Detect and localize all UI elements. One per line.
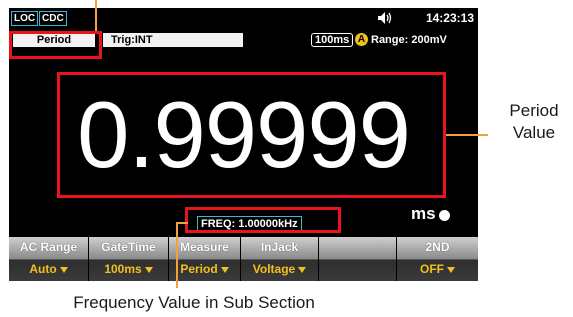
softkey-title: 2ND — [425, 240, 450, 254]
softkey-value-text: 100ms — [104, 262, 142, 276]
chevron-down-icon — [298, 266, 307, 273]
unit-label: ms — [411, 204, 436, 223]
softkey-title: AC Range — [19, 240, 78, 254]
range-label: Range: 200mV — [371, 34, 447, 46]
unit-indicator-dot — [439, 210, 450, 221]
loc-indicator: LOC — [11, 11, 39, 26]
callout-line-2: Value — [512, 123, 556, 142]
softkey-bar: AC Range Auto GateTime 100ms Measure Per… — [9, 237, 478, 281]
softkey-title: Measure — [180, 240, 229, 254]
softkey-value: Auto — [9, 262, 88, 276]
function-callout-line — [95, 0, 97, 31]
softkey-ac-range[interactable]: AC Range Auto — [9, 237, 89, 281]
period-callout-line — [446, 134, 488, 136]
softkey-value: Period — [169, 262, 240, 276]
softkey-value: Voltage — [241, 262, 318, 276]
chevron-down-icon — [59, 266, 68, 273]
softkey-title: GateTime — [101, 240, 156, 254]
sub-value-highlight-box — [185, 207, 341, 233]
softkey-measure[interactable]: Measure Period — [169, 237, 241, 281]
chevron-down-icon — [144, 266, 153, 273]
softkey-value-text: OFF — [420, 262, 444, 276]
frequency-callout-line-vertical — [176, 222, 178, 288]
softkey-injack[interactable]: InJack Voltage — [241, 237, 319, 281]
softkey-value: 100ms — [89, 262, 168, 276]
softkey-empty[interactable] — [319, 237, 397, 281]
softkey-value-text: Period — [180, 262, 218, 276]
softkey-2nd[interactable]: 2ND OFF — [397, 237, 478, 281]
frequency-value-callout: Frequency Value in Sub Section — [73, 293, 315, 312]
chevron-down-icon — [220, 266, 229, 273]
main-value-highlight-box — [57, 72, 446, 198]
softkey-gatetime[interactable]: GateTime 100ms — [89, 237, 169, 281]
sample-rate-badge: 100ms — [311, 33, 354, 47]
cdc-indicator: CDC — [39, 11, 67, 26]
callout-line-1: Period — [509, 101, 559, 120]
frequency-callout-line-horizontal — [176, 222, 188, 224]
softkey-value-text: Voltage — [252, 262, 296, 276]
softkey-title: InJack — [260, 240, 299, 254]
softkey-value: OFF — [397, 262, 478, 276]
period-value-callout: Period Value — [494, 100, 573, 144]
auto-range-icon: A — [355, 33, 368, 46]
softkey-value-text: Auto — [29, 262, 57, 276]
function-highlight-box — [9, 31, 102, 59]
trigger-label: Trig:INT — [103, 33, 243, 47]
function-callout-spacer — [95, 18, 485, 20]
chevron-down-icon — [447, 266, 455, 273]
